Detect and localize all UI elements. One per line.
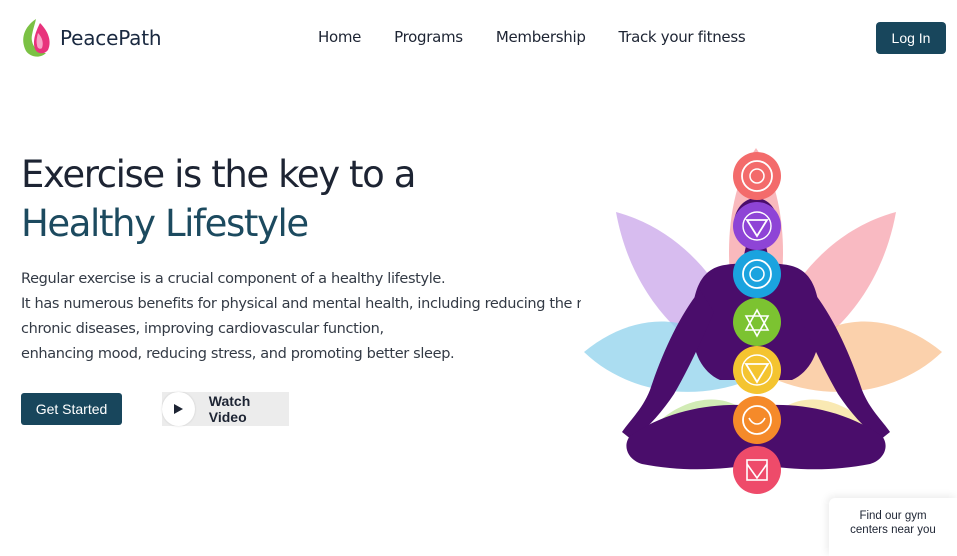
hero-description: Regular exercise is a crucial component … (21, 267, 581, 367)
gym-locator-line1: Find our gym (859, 510, 927, 522)
hero-description-line: chronic diseases, improving cardiovascul… (21, 321, 384, 337)
watch-video-button[interactable]: Watch Video (162, 392, 289, 426)
nav-programs[interactable]: Programs (394, 28, 463, 46)
main-nav: Home Programs Membership Track your fitn… (318, 28, 778, 46)
nav-home[interactable]: Home (318, 28, 361, 46)
play-icon (162, 392, 195, 426)
meditation-chakra-illustration (570, 140, 957, 500)
nav-track-fitness[interactable]: Track your fitness (619, 28, 746, 46)
brand-name: PeacePath (60, 26, 162, 50)
hero-title: Exercise is the key to a Healthy Lifesty… (21, 150, 416, 248)
gym-locator-line2: centers near you (850, 524, 936, 536)
watch-video-label: Watch Video (208, 393, 251, 425)
navbar: PeacePath Home Programs Membership Track… (0, 0, 957, 78)
hero-title-line2: Healthy Lifestyle (21, 202, 309, 245)
leaf-logo-icon (23, 19, 50, 57)
hero-description-line: Regular exercise is a crucial component … (21, 271, 446, 287)
nav-membership[interactable]: Membership (496, 28, 586, 46)
hero-description-line: It has numerous benefits for physical an… (21, 296, 581, 312)
hero-description-line: enhancing mood, reducing stress, and pro… (21, 346, 455, 362)
login-button[interactable]: Log In (876, 22, 946, 54)
gym-locator-card[interactable]: Find our gym centers near you (829, 498, 957, 556)
get-started-button[interactable]: Get Started (21, 393, 122, 425)
brand-logo[interactable]: PeacePath (18, 17, 162, 59)
hero-title-line1: Exercise is the key to a (21, 153, 416, 196)
